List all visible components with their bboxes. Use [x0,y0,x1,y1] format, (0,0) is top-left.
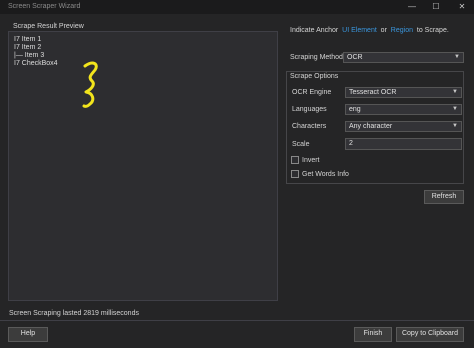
help-button[interactable]: Help [8,327,48,342]
scraping-method-value: OCR [347,54,363,61]
characters-label: Characters [292,123,327,130]
preview-line: I7 CheckBox4 [14,60,58,67]
status-text: Screen Scraping lasted 2819 milliseconds [9,310,139,317]
ocr-engine-dropdown[interactable]: Tesseract OCR ▼ [345,87,462,98]
ocr-engine-value: Tesseract OCR [349,89,397,96]
preview-line: I7 Item 2 [14,44,42,51]
scraping-method-dropdown[interactable]: OCR ▼ [343,52,464,63]
characters-dropdown[interactable]: Any character ▼ [345,121,462,132]
chevron-down-icon: ▼ [454,54,460,60]
scale-label: Scale [292,141,310,148]
preview-line: I7 Item 1 [14,36,42,43]
refresh-button[interactable]: Refresh [424,190,464,204]
anchor-prefix: Indicate Anchor [290,27,339,34]
invert-checkbox[interactable] [291,156,299,164]
scrape-options-title: Scrape Options [290,73,339,80]
languages-dropdown[interactable]: eng ▼ [345,104,462,115]
window-title: Screen Scraper Wizard [8,3,81,10]
invert-label: Invert [302,157,320,164]
chevron-down-icon: ▼ [452,106,458,112]
maximize-icon[interactable]: ☐ [424,0,448,14]
copy-to-clipboard-button[interactable]: Copy to Clipboard [396,327,464,342]
ocr-engine-label: OCR Engine [292,89,332,96]
title-bar: Screen Scraper Wizard — ☐ ✕ [0,0,474,14]
scrape-result-preview[interactable]: I7 Item 1 I7 Item 2 |— Item 3 I7 CheckBo… [8,31,278,301]
ui-element-link[interactable]: UI Element [342,27,377,34]
scale-input[interactable]: 2 [345,138,462,150]
minimize-icon[interactable]: — [400,0,424,14]
anchor-or: or [380,27,387,34]
divider [0,320,474,321]
close-icon[interactable]: ✕ [450,0,474,14]
scraping-method-label: Scraping Method [290,54,343,61]
yellow-annotation-scribble [82,61,98,108]
characters-value: Any character [349,123,393,130]
chevron-down-icon: ▼ [452,89,458,95]
region-link[interactable]: Region [391,27,413,34]
preview-line: |— Item 3 [14,52,45,59]
get-words-info-label: Get Words Info [302,171,349,178]
finish-button[interactable]: Finish [354,327,392,342]
languages-label: Languages [292,106,327,113]
anchor-suffix: to Scrape. [416,27,449,34]
chevron-down-icon: ▼ [452,123,458,129]
preview-label: Scrape Result Preview [13,23,84,30]
languages-value: eng [349,106,361,113]
get-words-info-checkbox[interactable] [291,170,299,178]
anchor-instructions: Indicate Anchor UI Element or Region to … [290,27,449,34]
